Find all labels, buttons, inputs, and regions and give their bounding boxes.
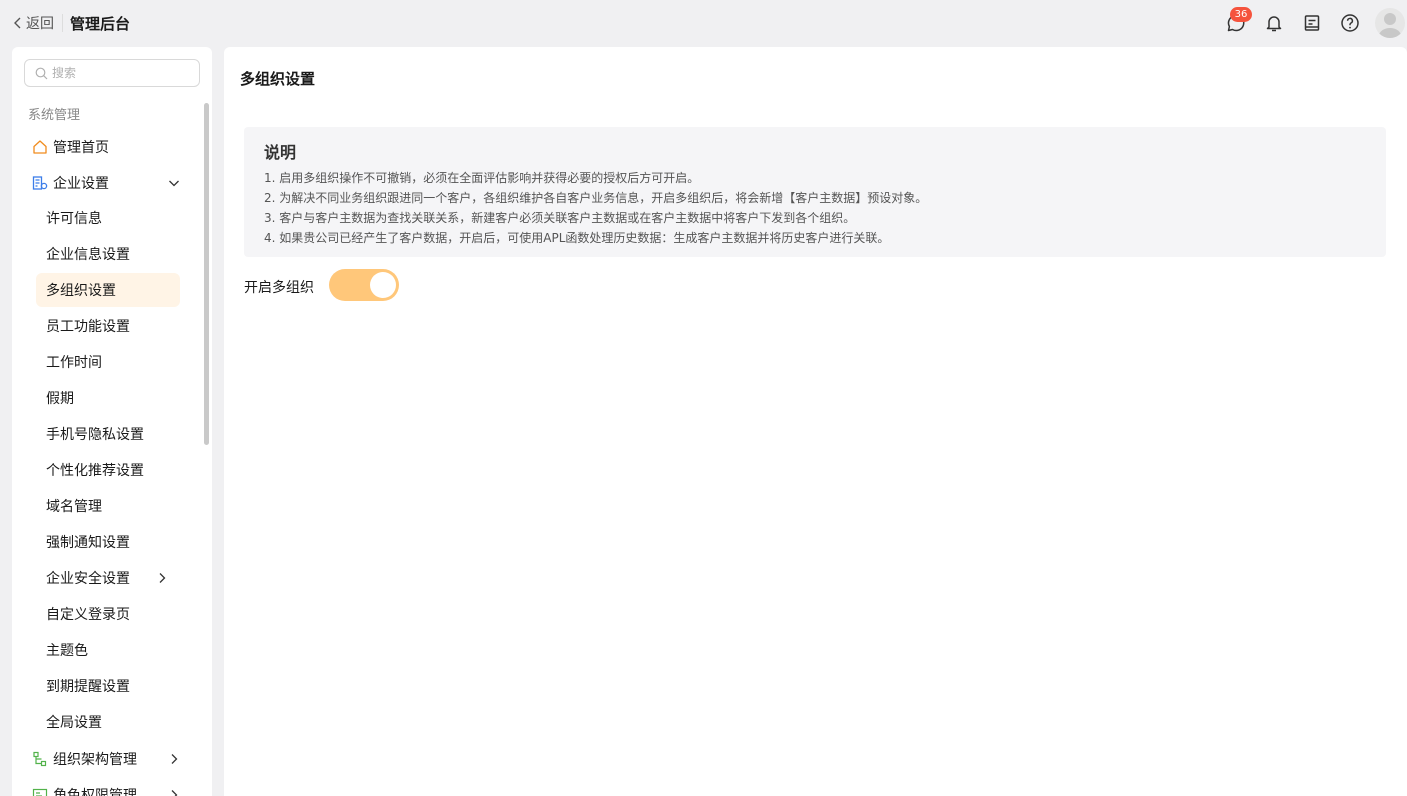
search-icon [35, 67, 48, 79]
sidebar: 系统管理 管理首页 企业设置 许可信息 企业信息设置 多组织设置 员工功能设置 … [12, 47, 212, 796]
main-panel: 多组织设置 说明 1. 启用多组织操作不可撤销，必须在全面评估影响并获得必要的授… [224, 47, 1407, 796]
home-icon [32, 139, 48, 155]
sidebar-subitem-domain[interactable]: 域名管理 [36, 489, 180, 523]
page-title: 多组织设置 [240, 70, 316, 88]
sidebar-item-home[interactable]: 管理首页 [32, 131, 109, 163]
chevron-right-icon [171, 790, 178, 796]
chevron-down-icon [169, 180, 179, 187]
sidebar-item-enterprise-settings[interactable]: 企业设置 [32, 167, 192, 199]
chevron-left-icon [14, 17, 21, 29]
sidebar-subitem-label: 企业安全设置 [46, 571, 130, 587]
notifications-button[interactable] [1263, 12, 1285, 34]
sidebar-subitem-expiry-reminder[interactable]: 到期提醒设置 [36, 669, 180, 703]
bell-icon [1266, 16, 1282, 32]
notification-badge: 36 [1230, 7, 1252, 22]
sidebar-item-label: 角色权限管理 [53, 788, 137, 796]
notice-line: 2. 为解决不同业务组织跟进同一个客户，各组织维护各自客户业务信息，开启多组织后… [264, 191, 928, 205]
enterprise-settings-icon [32, 175, 48, 191]
role-permission-icon [32, 787, 48, 796]
sidebar-item-label: 管理首页 [53, 140, 109, 156]
sidebar-subitem-global[interactable]: 全局设置 [36, 705, 180, 739]
sidebar-item-label: 企业设置 [53, 176, 109, 192]
tasks-button[interactable] [1301, 12, 1323, 34]
help-icon [1341, 14, 1359, 32]
section-label: 系统管理 [28, 108, 81, 123]
app-title: 管理后台 [70, 15, 131, 33]
notice-box: 说明 1. 启用多组织操作不可撤销，必须在全面评估影响并获得必要的授权后方可开启… [244, 127, 1386, 257]
sidebar-subitem-employee-features[interactable]: 员工功能设置 [36, 309, 180, 343]
sidebar-subitem-work-hours[interactable]: 工作时间 [36, 345, 180, 379]
org-structure-icon [32, 751, 48, 767]
sidebar-search[interactable] [24, 59, 200, 87]
user-avatar[interactable] [1375, 8, 1405, 38]
back-label: 返回 [26, 16, 54, 32]
sidebar-subitem-theme-color[interactable]: 主题色 [36, 633, 180, 667]
chevron-right-icon [159, 573, 166, 583]
help-button[interactable] [1339, 12, 1361, 34]
notice-line: 4. 如果贵公司已经产生了客户数据，开启后，可使用APL函数处理历史数据：生成客… [264, 231, 890, 245]
sidebar-item-label: 组织架构管理 [53, 752, 137, 768]
sidebar-scrollbar[interactable] [204, 103, 209, 445]
chevron-right-icon [171, 754, 178, 764]
sidebar-subitem-license[interactable]: 许可信息 [36, 201, 180, 235]
sidebar-subitem-enterprise-info[interactable]: 企业信息设置 [36, 237, 180, 271]
sidebar-item-role-permission[interactable]: 角色权限管理 [32, 779, 192, 796]
search-input[interactable] [52, 66, 192, 80]
back-button[interactable]: 返回 [13, 14, 54, 32]
sidebar-subitem-login-page[interactable]: 自定义登录页 [36, 597, 180, 631]
sidebar-subitem-recommendation[interactable]: 个性化推荐设置 [36, 453, 180, 487]
sidebar-item-org-structure[interactable]: 组织架构管理 [32, 743, 192, 775]
sidebar-subitem-multi-org[interactable]: 多组织设置 [36, 273, 180, 307]
multi-org-toggle[interactable] [329, 269, 399, 301]
avatar-icon [1378, 13, 1402, 38]
notice-title: 说明 [264, 143, 297, 162]
sidebar-subitem-holidays[interactable]: 假期 [36, 381, 180, 415]
top-bar: 返回 管理后台 36 [0, 0, 1407, 46]
sidebar-subitem-phone-privacy[interactable]: 手机号隐私设置 [36, 417, 180, 451]
document-icon [1304, 15, 1320, 31]
notice-line: 1. 启用多组织操作不可撤销，必须在全面评估影响并获得必要的授权后方可开启。 [264, 171, 700, 185]
sidebar-subitem-security[interactable]: 企业安全设置 [36, 561, 180, 595]
sidebar-subitem-forced-notice[interactable]: 强制通知设置 [36, 525, 180, 559]
notice-line: 3. 客户与客户主数据为查找关联关系，新建客户必须关联客户主数据或在客户主数据中… [264, 211, 856, 225]
toggle-knob [370, 272, 396, 298]
header-divider [62, 14, 63, 32]
multi-org-toggle-label: 开启多组织 [244, 280, 314, 296]
